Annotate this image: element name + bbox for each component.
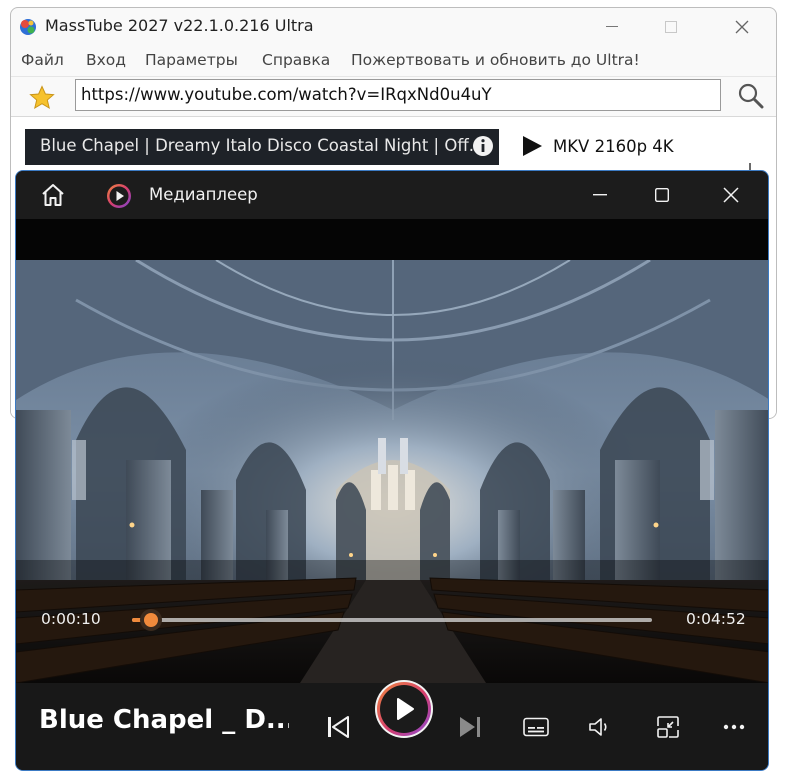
menu-login[interactable]: Вход	[86, 51, 126, 69]
total-time: 0:04:52	[686, 610, 746, 628]
masstube-logo-icon	[20, 19, 36, 35]
player-controls: Blue Chapel _ D...	[16, 680, 768, 770]
minimize-button[interactable]	[589, 8, 635, 46]
next-button[interactable]	[450, 707, 490, 747]
video-title-banner[interactable]: Blue Chapel | Dreamy Italo Disco Coastal…	[25, 129, 499, 165]
format-label: MKV 2160p 4K	[553, 136, 674, 156]
more-options-button[interactable]	[714, 707, 754, 747]
play-pause-button[interactable]	[373, 678, 435, 740]
media-player-logo-icon	[107, 184, 131, 208]
skip-previous-icon	[328, 716, 349, 738]
menu-settings[interactable]: Параметры	[145, 51, 238, 69]
favorites-star-icon[interactable]	[29, 85, 55, 111]
now-playing-title: Blue Chapel _ D...	[39, 705, 289, 735]
menu-help[interactable]: Справка	[262, 51, 330, 69]
home-icon[interactable]	[40, 183, 66, 207]
minimize-icon	[606, 26, 618, 27]
subtitles-button[interactable]	[516, 707, 556, 747]
player-window-title: Медиаплеер	[149, 185, 258, 204]
media-player-window: Медиаплеер 0:00:10 0:04:52 Blue Chapel _…	[15, 170, 769, 771]
seek-bar-thumb[interactable]	[140, 609, 162, 631]
play-icon	[375, 680, 433, 738]
maximize-icon	[665, 21, 677, 33]
subtitles-icon	[523, 717, 549, 737]
info-icon[interactable]	[472, 135, 494, 157]
format-selector[interactable]: MKV 2160p 4K	[521, 133, 674, 159]
player-minimize-button[interactable]	[570, 171, 630, 219]
maximize-icon	[655, 188, 669, 202]
menu-file[interactable]: Файл	[21, 51, 64, 69]
current-time: 0:00:10	[41, 610, 101, 628]
play-format-icon	[523, 136, 542, 156]
toolbar: https://www.youtube.com/watch?v=IRqxNd0u…	[11, 76, 776, 114]
search-icon[interactable]	[737, 82, 765, 110]
url-input[interactable]: https://www.youtube.com/watch?v=IRqxNd0u…	[75, 79, 721, 111]
seek-bar[interactable]	[132, 609, 652, 631]
previous-button[interactable]	[318, 707, 358, 747]
skip-next-icon	[460, 717, 480, 737]
close-icon	[735, 20, 749, 34]
volume-icon	[589, 718, 607, 736]
player-close-button[interactable]	[701, 171, 761, 219]
menubar: Файл Вход Параметры Справка Пожертвовать…	[11, 48, 776, 74]
volume-button[interactable]	[580, 707, 620, 747]
player-titlebar: Медиаплеер	[16, 171, 768, 219]
player-maximize-button[interactable]	[632, 171, 692, 219]
masstube-window-title: MassTube 2027 v22.1.0.216 Ultra	[45, 16, 314, 35]
maximize-button[interactable]	[648, 8, 694, 46]
close-button[interactable]	[719, 8, 765, 46]
more-options-icon	[723, 724, 745, 730]
close-icon	[723, 187, 739, 203]
mini-player-button[interactable]	[648, 707, 688, 747]
menu-donate-upgrade[interactable]: Пожертвовать и обновить до Ultra!	[351, 51, 640, 69]
minimize-icon	[593, 194, 607, 196]
mini-player-icon	[657, 716, 679, 738]
letterbox-top	[16, 219, 768, 260]
masstube-titlebar: MassTube 2027 v22.1.0.216 Ultra	[11, 8, 776, 46]
